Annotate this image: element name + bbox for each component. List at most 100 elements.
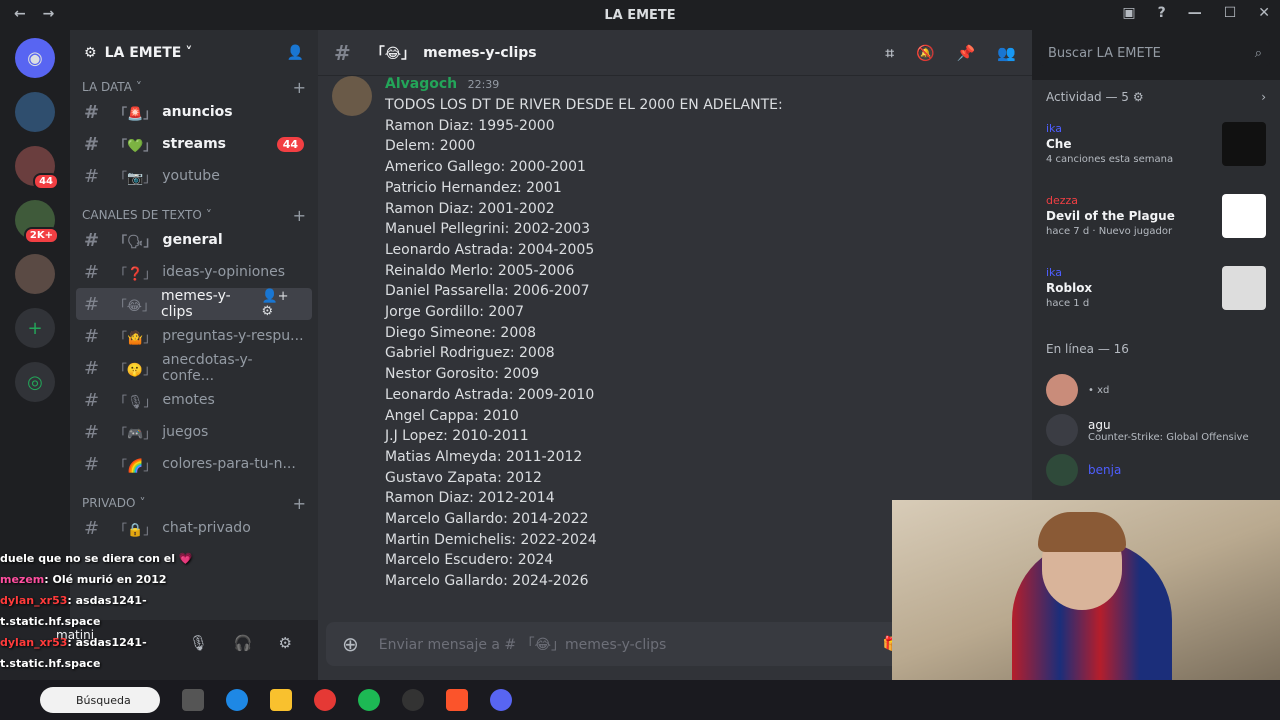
channel-youtube[interactable]: # 「📷」 youtube: [76, 160, 312, 192]
spotify-icon[interactable]: [358, 689, 380, 711]
inbox-icon[interactable]: ▣: [1122, 5, 1135, 21]
task-view-icon[interactable]: [182, 689, 204, 711]
voice-controls: 🎙 🎧 ⚙: [189, 634, 292, 652]
channel-juegos[interactable]: # 「🎮」 juegos: [76, 416, 312, 448]
channel-sidebar: ⚙ LA EMETE ˅ 👤 LA DATA ˅ + # 「🚨」 anuncios…: [70, 30, 318, 620]
message-line: Nestor Gorosito: 2009: [385, 366, 540, 383]
mute-icon[interactable]: 🔕: [916, 44, 935, 62]
server-icon[interactable]: [15, 254, 55, 294]
channel-label: anuncios: [162, 104, 233, 120]
chat-line: dylan_xr53: asdas1241-: [0, 636, 147, 649]
channel-preguntas[interactable]: # 「🤷」 preguntas-y-respu...: [76, 320, 312, 352]
maximize-button[interactable]: ☐: [1224, 5, 1237, 21]
home-icon[interactable]: ◉: [15, 38, 55, 78]
message-line: Ramon Diaz: 2012-2014: [385, 490, 555, 507]
chrome-icon[interactable]: [314, 689, 336, 711]
channel-label: anecdotas-y-confe...: [162, 352, 253, 384]
hash-icon: #: [84, 389, 100, 411]
hash-icon: #: [84, 229, 100, 251]
pin-icon[interactable]: 📌: [957, 44, 976, 62]
message-line: J.J Lopez: 2010-2011: [385, 428, 529, 445]
category-canales-de-texto[interactable]: CANALES DE TEXTO ˅ +: [70, 206, 318, 225]
channel-label: juegos: [162, 424, 209, 440]
edge-icon[interactable]: [226, 689, 248, 711]
activity-item[interactable]: ika Che 4 canciones esta semana: [1046, 122, 1266, 194]
search-placeholder: Buscar LA EMETE: [1048, 45, 1161, 61]
members-icon[interactable]: 👥: [997, 44, 1016, 62]
message-line: Leonardo Astrada: 2009-2010: [385, 386, 595, 403]
add-channel-icon[interactable]: +: [293, 206, 306, 225]
close-button[interactable]: ✕: [1258, 5, 1270, 21]
settings-icon[interactable]: ⚙: [279, 634, 292, 652]
chevron-right-icon[interactable]: ›: [1261, 90, 1266, 104]
member-item[interactable]: • xd: [1046, 370, 1266, 410]
message-timestamp: 22:39: [467, 78, 500, 91]
activity-panel: Actividad — 5 ⚙ › ika Che 4 canciones est…: [1032, 80, 1280, 500]
search-input[interactable]: Buscar LA EMETE ⌕: [1040, 40, 1270, 66]
member-item[interactable]: agu Counter-Strike: Global Offensive: [1046, 410, 1266, 450]
server-icon[interactable]: [15, 92, 55, 132]
taskbar-search[interactable]: Búsqueda: [40, 687, 160, 713]
activity-item[interactable]: ika Roblox hace 1 d: [1046, 266, 1266, 338]
member-item[interactable]: benja: [1046, 450, 1266, 490]
attach-plus-icon[interactable]: ⊕: [342, 632, 359, 656]
stream-chat-overlay: duele que no se diera con el 💗 mezem: Ol…: [0, 548, 200, 674]
category-la-data[interactable]: LA DATA ˅ +: [70, 78, 318, 97]
brave-icon[interactable]: [446, 689, 468, 711]
channel-label: memes-y-clips: [160, 288, 231, 320]
message-line: Martin Demichelis: 2022-2024: [385, 531, 597, 548]
channel-label: preguntas-y-respu...: [162, 328, 304, 344]
avatar: [1046, 414, 1078, 446]
header-toolbar: ⌗ 🔕 📌 👥: [885, 44, 1016, 62]
channel-anecdotas[interactable]: # 「🤫」 anecdotas-y-confe...: [76, 352, 312, 384]
category-privado[interactable]: PRIVADO ˅ +: [70, 494, 318, 513]
message-line: Leonardo Astrada: 2004-2005: [385, 241, 595, 258]
message-line: TODOS LOS DT DE RIVER DESDE EL 2000 EN A…: [385, 97, 783, 113]
discord-icon[interactable]: [490, 689, 512, 711]
hash-icon: #: [84, 261, 100, 283]
steam-icon[interactable]: [402, 689, 424, 711]
activity-header: Actividad — 5 ⚙ ›: [1046, 90, 1266, 104]
threads-icon[interactable]: ⌗: [885, 44, 893, 62]
channel-anuncios[interactable]: # 「🚨」 anuncios: [76, 96, 312, 128]
channel-general[interactable]: # 「🗣」 general: [76, 224, 312, 256]
server-header[interactable]: ⚙ LA EMETE ˅ 👤: [70, 30, 318, 76]
channel-emotes[interactable]: # 「🎙」 emotes: [76, 384, 312, 416]
folder-icon[interactable]: [270, 689, 292, 711]
explore-icon[interactable]: ◎: [15, 362, 55, 402]
add-server-icon[interactable]: +: [15, 308, 55, 348]
back-arrow-icon[interactable]: ←: [14, 6, 26, 22]
chat-line: t.static.hf.space: [0, 615, 101, 628]
help-icon[interactable]: ?: [1158, 5, 1166, 21]
minimize-button[interactable]: —: [1188, 5, 1202, 21]
category-label: PRIVADO: [82, 496, 136, 510]
channel-label: ideas-y-opiniones: [162, 264, 286, 280]
message-author[interactable]: Alvagoch: [385, 76, 457, 92]
channel-label: emotes: [162, 392, 215, 408]
channel-memes-y-clips[interactable]: # 「😂」 memes-y-clips 👤+ ⚙: [76, 288, 312, 320]
channel-chat-privado[interactable]: # 「🔒」 chat-privado: [76, 512, 312, 544]
category-label: CANALES DE TEXTO: [82, 208, 202, 222]
channel-colores[interactable]: # 「🌈」 colores-para-tu-n...: [76, 448, 312, 480]
activity-item[interactable]: dezza Devil of the Plague hace 7 d · Nue…: [1046, 194, 1266, 266]
channel-emoji: 「💚」: [114, 138, 157, 154]
message-line: Americo Gallego: 2000-2001: [385, 159, 586, 176]
message-input[interactable]: ⊕ Enviar mensaje a # 「😂」memes-y-clips 🎁: [326, 622, 916, 666]
add-channel-icon[interactable]: +: [293, 78, 306, 97]
hash-icon: #: [84, 165, 100, 187]
channel-streams[interactable]: # 「💚」 streams 44: [76, 128, 312, 160]
member-name: benja: [1088, 463, 1122, 477]
headphones-icon[interactable]: 🎧: [234, 634, 253, 652]
forward-arrow-icon[interactable]: →: [43, 6, 55, 22]
channel-settings-icon[interactable]: 👤+ ⚙: [261, 289, 304, 319]
server-icon[interactable]: 44: [15, 146, 59, 190]
avatar[interactable]: [332, 76, 372, 116]
invite-people-icon[interactable]: 👤: [287, 45, 304, 61]
window-title: LA EMETE: [604, 7, 676, 23]
add-channel-icon[interactable]: +: [293, 494, 306, 513]
channel-ideas-y-opiniones[interactable]: # 「❓」 ideas-y-opiniones: [76, 256, 312, 288]
message-line: Reinaldo Merlo: 2005-2006: [385, 262, 575, 279]
server-icon[interactable]: 2K+: [15, 200, 59, 244]
hash-icon: #: [84, 517, 100, 539]
mention-badge: 44: [33, 173, 59, 190]
